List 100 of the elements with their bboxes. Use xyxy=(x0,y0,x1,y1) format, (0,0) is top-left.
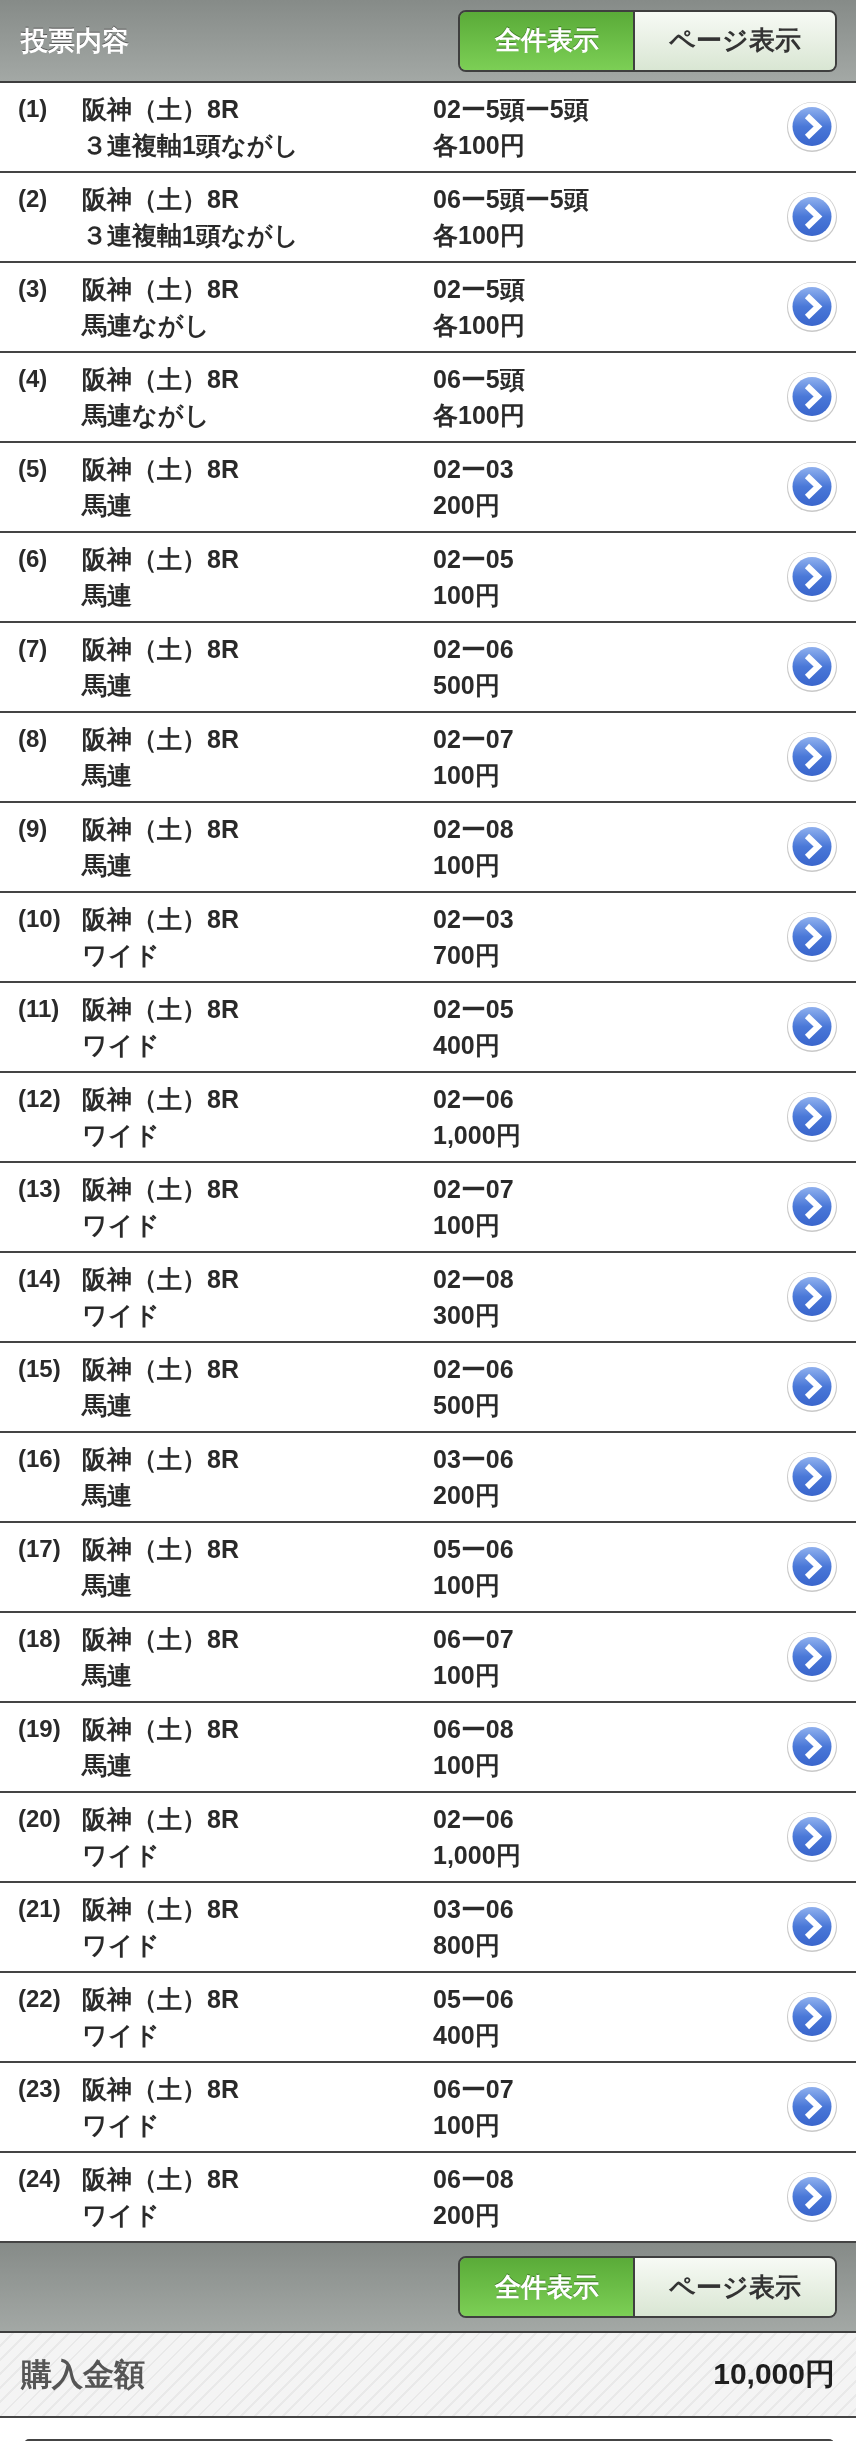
chevron-right-icon[interactable] xyxy=(786,2081,838,2133)
bet-number: (14) xyxy=(18,1264,62,1294)
combination: 06ー07 xyxy=(433,2074,514,2105)
view-tab[interactable]: ページ表示 xyxy=(635,11,835,70)
chevron-right-icon[interactable] xyxy=(786,641,838,693)
chevron-right-icon[interactable] xyxy=(786,281,838,333)
chevron-right-icon[interactable] xyxy=(786,1631,838,1683)
chevron-right-icon[interactable] xyxy=(786,2171,838,2223)
race-name: 阪神（土）8R xyxy=(82,1894,239,1925)
chevron-right-icon[interactable] xyxy=(786,1001,838,1053)
chevron-right-icon[interactable] xyxy=(786,821,838,873)
bet-type: ワイド xyxy=(82,1030,160,1061)
bet-number: (17) xyxy=(18,1534,62,1564)
bet-number: (15) xyxy=(18,1354,62,1384)
combination: 02ー08 xyxy=(433,814,514,845)
bet-type: ワイド xyxy=(82,1300,160,1331)
bet-type: 馬連 xyxy=(82,1390,132,1421)
chevron-right-icon[interactable] xyxy=(786,1451,838,1503)
page-title: 投票内容 xyxy=(21,24,129,58)
combination: 02ー07 xyxy=(433,1174,514,1205)
chevron-right-icon[interactable] xyxy=(786,1811,838,1863)
bet-amount: 各100円 xyxy=(433,400,525,431)
bet-number: (18) xyxy=(18,1624,62,1654)
bet-amount: 300円 xyxy=(433,1300,500,1331)
bet-number: (12) xyxy=(18,1084,62,1114)
race-name: 阪神（土）8R xyxy=(82,1174,239,1205)
combination: 02ー5頭 xyxy=(433,274,525,305)
chevron-right-icon[interactable] xyxy=(786,461,838,513)
bet-type: ワイド xyxy=(82,940,160,971)
chevron-right-icon[interactable] xyxy=(786,1091,838,1143)
race-name: 阪神（土）8R xyxy=(82,1354,239,1385)
bet-amount: 200円 xyxy=(433,1480,500,1511)
bet-number: (9) xyxy=(18,814,49,844)
chevron-right-icon[interactable] xyxy=(786,551,838,603)
combination: 02ー06 xyxy=(433,634,514,665)
combination: 05ー06 xyxy=(433,1534,514,1565)
chevron-right-icon[interactable] xyxy=(786,1541,838,1593)
bet-amount: 100円 xyxy=(433,1750,500,1781)
bet-number: (7) xyxy=(18,634,49,664)
race-name: 阪神（土）8R xyxy=(82,274,239,305)
race-name: 阪神（土）8R xyxy=(82,364,239,395)
chevron-right-icon[interactable] xyxy=(786,371,838,423)
chevron-right-icon[interactable] xyxy=(786,1901,838,1953)
bet-amount: 200円 xyxy=(433,2200,500,2231)
chevron-right-icon[interactable] xyxy=(786,191,838,243)
bet-number: (23) xyxy=(18,2074,62,2104)
race-name: 阪神（土）8R xyxy=(82,1984,239,2015)
bet-amount: 100円 xyxy=(433,2110,500,2141)
bet-amount: 1,000円 xyxy=(433,1840,521,1871)
chevron-right-icon[interactable] xyxy=(786,1181,838,1233)
bet-amount: 500円 xyxy=(433,670,500,701)
bet-type: 馬連 xyxy=(82,490,132,521)
bet-type: 馬連 xyxy=(82,1480,132,1511)
race-name: 阪神（土）8R xyxy=(82,184,239,215)
combination: 02ー06 xyxy=(433,1804,514,1835)
bet-amount: 700円 xyxy=(433,940,500,971)
bet-type: ワイド xyxy=(82,1210,160,1241)
bet-amount: 100円 xyxy=(433,1210,500,1241)
bet-number: (4) xyxy=(18,364,49,394)
combination: 06ー08 xyxy=(433,2164,514,2195)
chevron-right-icon[interactable] xyxy=(786,1991,838,2043)
bet-number: (5) xyxy=(18,454,49,484)
chevron-right-icon[interactable] xyxy=(786,1361,838,1413)
bet-type: ワイド xyxy=(82,2110,160,2141)
bet-type: 馬連 xyxy=(82,670,132,701)
bet-amount: 800円 xyxy=(433,1930,500,1961)
race-name: 阪神（土）8R xyxy=(82,634,239,665)
race-name: 阪神（土）8R xyxy=(82,724,239,755)
combination: 02ー07 xyxy=(433,724,514,755)
total-label: 購入金額 xyxy=(21,2355,145,2394)
race-name: 阪神（土）8R xyxy=(82,1534,239,1565)
chevron-right-icon[interactable] xyxy=(786,911,838,963)
chevron-right-icon[interactable] xyxy=(786,1721,838,1773)
bet-type: 馬連 xyxy=(82,1660,132,1691)
combination: 03ー06 xyxy=(433,1894,514,1925)
combination: 06ー07 xyxy=(433,1624,514,1655)
race-name: 阪神（土）8R xyxy=(82,1444,239,1475)
race-name: 阪神（土）8R xyxy=(82,1624,239,1655)
view-tab[interactable]: ページ表示 xyxy=(635,2258,835,2316)
race-name: 阪神（土）8R xyxy=(82,2164,239,2195)
chevron-right-icon[interactable] xyxy=(786,101,838,153)
bet-type: ３連複軸1頭ながし xyxy=(82,130,299,161)
bet-number: (24) xyxy=(18,2164,62,2194)
bet-type: 馬連 xyxy=(82,850,132,881)
bet-type: 馬連 xyxy=(82,580,132,611)
combination: 06ー5頭ー5頭 xyxy=(433,184,589,215)
bet-amount: 100円 xyxy=(433,580,500,611)
bet-type: 馬連ながし xyxy=(82,310,210,341)
bet-number: (3) xyxy=(18,274,49,304)
bet-number: (8) xyxy=(18,724,49,754)
combination: 02ー06 xyxy=(433,1084,514,1115)
combination: 06ー5頭 xyxy=(433,364,525,395)
bet-amount: 各100円 xyxy=(433,310,525,341)
bet-amount: 400円 xyxy=(433,2020,500,2051)
chevron-right-icon[interactable] xyxy=(786,1271,838,1323)
bet-type: 馬連 xyxy=(82,1570,132,1601)
bet-number: (21) xyxy=(18,1894,62,1924)
bet-amount: 1,000円 xyxy=(433,1120,521,1151)
chevron-right-icon[interactable] xyxy=(786,731,838,783)
bet-type: 馬連ながし xyxy=(82,400,210,431)
